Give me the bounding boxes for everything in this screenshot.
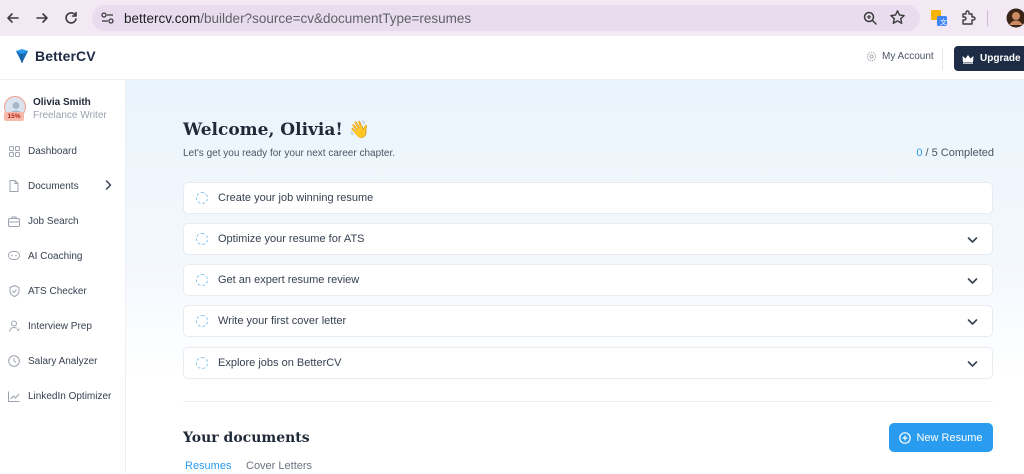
svg-text:文: 文 bbox=[940, 18, 947, 27]
toolbar-separator bbox=[987, 10, 988, 26]
sidebar-item-linkedin-optimizer[interactable]: LinkedIn Optimizer bbox=[8, 386, 118, 406]
browser-toolbar: bettercv.com/builder?source=cv&documentT… bbox=[0, 0, 1024, 36]
chevron-down-icon[interactable] bbox=[967, 315, 978, 333]
extensions-puzzle-icon[interactable] bbox=[960, 9, 978, 32]
forward-arrow-icon[interactable] bbox=[31, 7, 53, 29]
task-label: Write your first cover letter bbox=[218, 315, 347, 327]
task-label: Optimize your resume for ATS bbox=[218, 233, 365, 245]
sidebar-item-label: Dashboard bbox=[28, 145, 77, 157]
profile-role: Freelance Writer bbox=[33, 110, 107, 121]
person-icon bbox=[8, 320, 20, 332]
bettercv-logo-icon bbox=[16, 49, 28, 63]
bookmark-star-icon[interactable] bbox=[889, 9, 906, 31]
task-status-circle-icon bbox=[196, 357, 208, 369]
tab-resumes[interactable]: Resumes bbox=[185, 460, 231, 472]
task-label: Explore jobs on BetterCV bbox=[218, 357, 342, 369]
chevron-down-icon[interactable] bbox=[967, 357, 978, 375]
sidebar-item-label: LinkedIn Optimizer bbox=[28, 390, 112, 402]
progress-counter: 0 / 5 Completed bbox=[916, 147, 994, 159]
task-label: Get an expert resume review bbox=[218, 274, 360, 286]
upgrade-label: Upgrade N bbox=[980, 53, 1024, 64]
documents-heading: Your documents bbox=[183, 430, 310, 446]
upgrade-button[interactable]: Upgrade N bbox=[954, 46, 1024, 71]
new-resume-button[interactable]: New Resume bbox=[889, 423, 993, 452]
zoom-icon[interactable] bbox=[862, 10, 878, 31]
my-account-label: My Account bbox=[882, 51, 934, 62]
task-status-circle-icon bbox=[196, 274, 208, 286]
tab-cover-letters[interactable]: Cover Letters bbox=[246, 460, 312, 472]
task-label: Create your job winning resume bbox=[218, 192, 374, 204]
trend-chart-icon bbox=[8, 390, 20, 402]
task-item-expert-review[interactable]: Get an expert resume review bbox=[183, 264, 993, 296]
header-divider bbox=[942, 48, 943, 70]
sidebar-item-dashboard[interactable]: Dashboard bbox=[8, 141, 118, 161]
site-info-icon[interactable] bbox=[100, 11, 115, 30]
task-status-circle-icon bbox=[196, 192, 208, 204]
back-arrow-icon[interactable] bbox=[2, 7, 24, 29]
chevron-right-icon bbox=[105, 179, 112, 193]
task-item-cover-letter[interactable]: Write your first cover letter bbox=[183, 305, 993, 337]
task-status-circle-icon bbox=[196, 315, 208, 327]
sidebar-item-label: Documents bbox=[28, 180, 79, 192]
bettercv-logo[interactable]: BetterCV bbox=[14, 48, 96, 64]
sidebar-item-ats-checker[interactable]: ATS Checker bbox=[8, 281, 118, 301]
logo-text: BetterCV bbox=[35, 48, 96, 64]
chevron-down-icon[interactable] bbox=[967, 233, 978, 251]
completion-badge: 15% bbox=[4, 112, 24, 121]
main-content: Welcome, Olivia! 👋 Let's get you ready f… bbox=[126, 80, 1024, 474]
task-item-explore-jobs[interactable]: Explore jobs on BetterCV bbox=[183, 347, 993, 379]
welcome-subtitle: Let's get you ready for your next career… bbox=[183, 148, 396, 159]
sidebar-item-label: Interview Prep bbox=[28, 320, 92, 332]
address-bar[interactable]: bettercv.com/builder?source=cv&documentT… bbox=[92, 5, 920, 31]
briefcase-icon bbox=[8, 215, 20, 227]
sidebar-item-label: Job Search bbox=[28, 215, 79, 227]
my-account-link[interactable]: My Account bbox=[866, 51, 934, 62]
sidebar: 15% Olivia Smith Freelance Writer Dashbo… bbox=[0, 80, 126, 474]
reload-icon[interactable] bbox=[60, 7, 82, 29]
ai-chat-icon bbox=[8, 250, 20, 262]
app-header: BetterCV My Account Upgrade N bbox=[0, 36, 1024, 80]
document-icon bbox=[8, 180, 20, 192]
sidebar-item-documents[interactable]: Documents bbox=[8, 176, 118, 196]
shield-check-icon bbox=[8, 285, 20, 297]
sidebar-item-job-search[interactable]: Job Search bbox=[8, 211, 118, 231]
profile-avatar-icon[interactable] bbox=[1006, 8, 1024, 33]
section-divider bbox=[183, 401, 993, 402]
url-path: /builder?source=cv&documentType=resumes bbox=[200, 10, 472, 26]
sidebar-item-label: Salary Analyzer bbox=[28, 355, 98, 367]
url-host: bettercv.com bbox=[124, 10, 201, 26]
grid-icon bbox=[8, 145, 20, 157]
progress-rest: / 5 Completed bbox=[922, 147, 995, 159]
sidebar-item-label: ATS Checker bbox=[28, 285, 87, 297]
task-item-create-resume[interactable]: Create your job winning resume bbox=[183, 182, 993, 214]
sidebar-item-ai-coaching[interactable]: AI Coaching bbox=[8, 246, 118, 266]
crown-icon bbox=[962, 54, 974, 64]
profile-name: Olivia Smith bbox=[33, 97, 91, 108]
task-status-circle-icon bbox=[196, 233, 208, 245]
url-text[interactable]: bettercv.com/builder?source=cv&documentT… bbox=[124, 11, 471, 26]
chevron-down-icon[interactable] bbox=[967, 274, 978, 292]
sidebar-item-label: AI Coaching bbox=[28, 250, 83, 262]
welcome-heading: Welcome, Olivia! 👋 bbox=[183, 120, 370, 140]
task-item-optimize-ats[interactable]: Optimize your resume for ATS bbox=[183, 223, 993, 255]
plus-circle-icon bbox=[899, 431, 912, 444]
sidebar-item-interview-prep[interactable]: Interview Prep bbox=[8, 316, 118, 336]
new-resume-label: New Resume bbox=[916, 431, 983, 444]
sidebar-item-salary-analyzer[interactable]: Salary Analyzer bbox=[8, 351, 118, 371]
profile-card[interactable]: 15% Olivia Smith Freelance Writer bbox=[4, 96, 124, 126]
translate-extension-icon[interactable]: 文 bbox=[930, 9, 948, 32]
gear-icon bbox=[866, 51, 877, 62]
clock-icon bbox=[8, 355, 20, 367]
